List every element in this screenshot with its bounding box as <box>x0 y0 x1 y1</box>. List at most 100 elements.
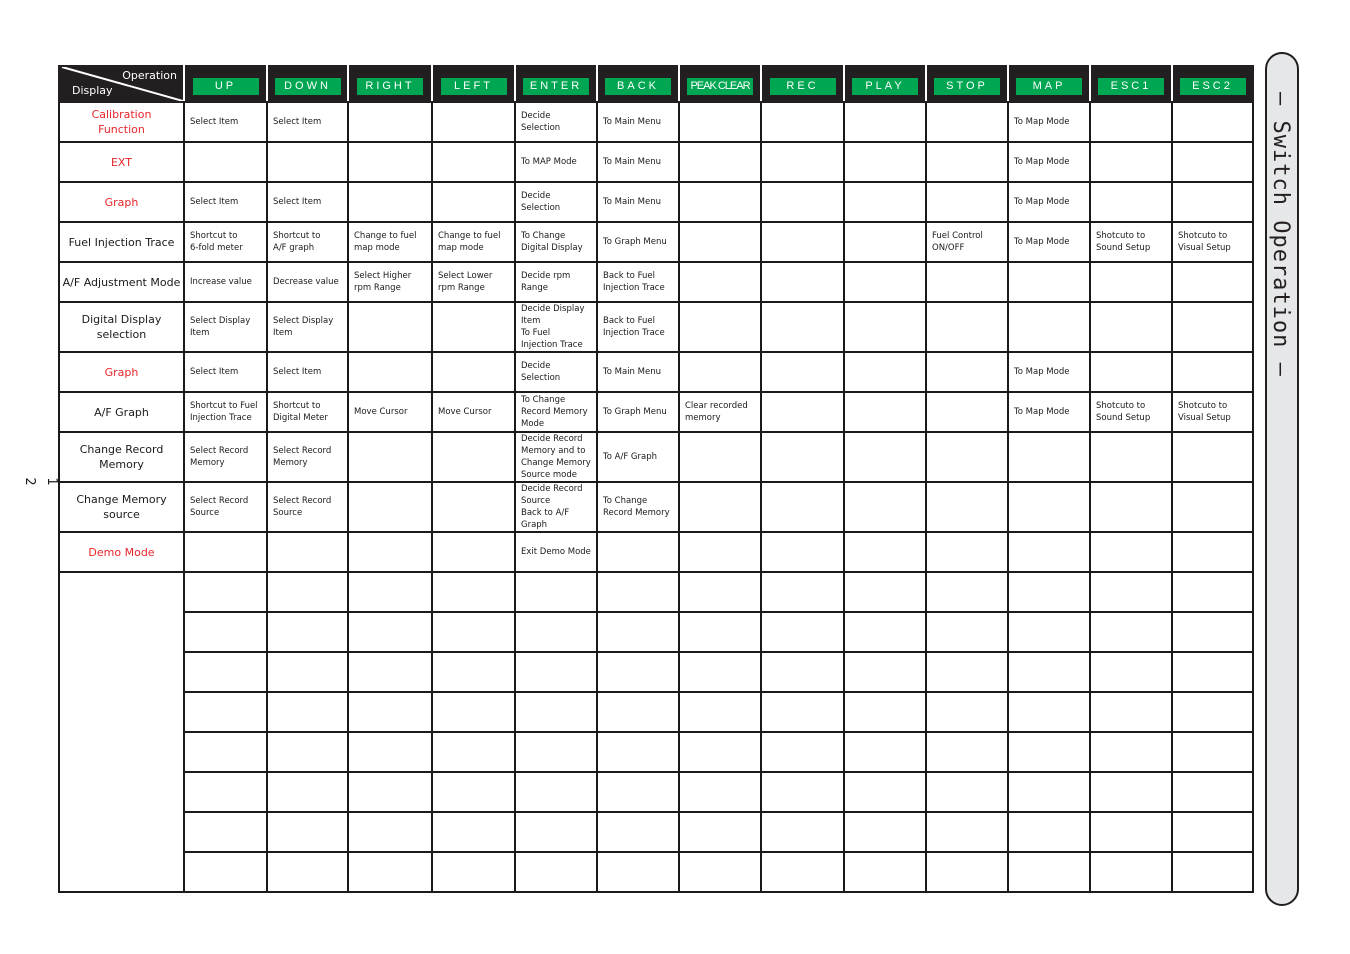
empty-cell <box>1171 571 1254 613</box>
key-rec: REC <box>769 77 836 95</box>
section-label: EXT <box>58 141 185 183</box>
corner-header: Operation Display <box>58 65 185 103</box>
operation-cell <box>678 221 762 263</box>
section-label: Graph <box>58 181 185 223</box>
operation-cell <box>1171 351 1254 393</box>
operation-cell: Change to fuel map mode <box>431 221 516 263</box>
display-label: Fuel Injection Trace <box>58 222 185 263</box>
empty-cell <box>514 651 598 693</box>
empty-cell <box>347 611 433 653</box>
key-column: LEFT <box>431 65 516 103</box>
operation-cell <box>760 261 845 303</box>
operation-cell <box>843 221 927 263</box>
operation-cell <box>1171 261 1254 303</box>
operation-cell <box>678 351 762 393</box>
empty-cell <box>266 731 349 773</box>
empty-cell <box>1007 611 1091 653</box>
empty-table-row <box>59 731 1254 773</box>
empty-cell <box>1007 691 1091 733</box>
empty-cell <box>266 691 349 733</box>
empty-cell <box>431 771 516 813</box>
empty-cell <box>431 611 516 653</box>
empty-cell <box>1007 571 1091 613</box>
empty-cell <box>514 811 598 853</box>
key-play: PLAY <box>852 77 918 95</box>
key-back: BACK <box>605 77 671 95</box>
operation-cell <box>431 431 516 483</box>
empty-cell <box>1089 691 1173 733</box>
operation-cell <box>925 181 1009 223</box>
operation-cell <box>347 531 433 573</box>
empty-cell <box>760 691 845 733</box>
operation-cell: Shortcut to 6-fold meter <box>183 221 268 263</box>
operation-cell <box>431 101 516 143</box>
empty-cell <box>925 731 1009 773</box>
key-column: UP <box>183 65 268 103</box>
operation-cell <box>347 351 433 393</box>
operation-cell: Select Display Item <box>183 301 268 353</box>
operation-cell: Shotcuto to Visual Setup <box>1171 221 1254 263</box>
operation-cell <box>678 431 762 483</box>
operation-cell <box>347 141 433 183</box>
empty-cell <box>843 811 927 853</box>
operation-cell <box>1089 261 1173 303</box>
operation-cell <box>925 531 1009 573</box>
empty-cell <box>925 571 1009 613</box>
operation-cell <box>925 351 1009 393</box>
empty-cell <box>183 691 268 733</box>
empty-cell <box>596 771 680 813</box>
operation-cell: Decide Selection <box>514 101 598 143</box>
operation-cell <box>347 481 433 533</box>
operation-cell <box>1171 301 1254 353</box>
empty-cell <box>347 691 433 733</box>
display-label: Display <box>72 84 113 97</box>
empty-cell <box>347 851 433 893</box>
operation-cell: Decrease value <box>266 261 349 303</box>
operation-cell <box>347 301 433 353</box>
operation-cell: Decide rpm Range <box>514 261 598 303</box>
table-row: Change Memory source Select Record Source… <box>58 481 1254 533</box>
empty-cell <box>431 851 516 893</box>
empty-cell <box>1007 771 1091 813</box>
operation-cell <box>843 101 927 143</box>
operation-cell: Select Item <box>183 351 268 393</box>
empty-cell <box>1007 851 1091 893</box>
operation-cell <box>183 141 268 183</box>
operation-cell <box>925 301 1009 353</box>
operation-cell: Clear recorded memory <box>678 391 762 433</box>
operation-cell: Shortcut to A/F graph <box>266 221 349 263</box>
operation-cell: Shotcuto to Sound Setup <box>1089 221 1173 263</box>
key-right: RIGHT <box>357 77 423 95</box>
empty-cell <box>760 611 845 653</box>
operation-cell <box>266 531 349 573</box>
operation-cell: Select Item <box>266 181 349 223</box>
operation-cell: Fuel Control ON/OFF <box>925 221 1009 263</box>
empty-cell <box>431 651 516 693</box>
operation-cell: To Map Mode <box>1007 181 1091 223</box>
operation-cell: Shortcut to Digital Meter <box>266 391 349 433</box>
empty-cell <box>514 731 598 773</box>
display-label: A/F Graph <box>58 392 185 433</box>
operation-cell <box>1089 101 1173 143</box>
operation-cell <box>1171 181 1254 223</box>
empty-cell <box>1089 811 1173 853</box>
empty-cell <box>843 731 927 773</box>
operation-cell <box>1171 431 1254 483</box>
operation-label: Operation <box>122 69 177 82</box>
empty-cell <box>1171 811 1254 853</box>
operation-cell: To Change Record Memory Mode <box>514 391 598 433</box>
operation-cell: Select Higher rpm Range <box>347 261 433 303</box>
operation-cell: To A/F Graph <box>596 431 680 483</box>
operation-cell <box>1171 141 1254 183</box>
empty-cell <box>183 811 268 853</box>
empty-cell <box>925 811 1009 853</box>
key-stop: STOP <box>934 77 1000 95</box>
empty-cell <box>596 651 680 693</box>
operation-cell <box>1089 531 1173 573</box>
empty-cell <box>678 851 762 893</box>
operation-cell <box>760 141 845 183</box>
operation-cell <box>843 391 927 433</box>
empty-table-row <box>59 851 1254 893</box>
operation-cell <box>843 141 927 183</box>
operation-cell <box>1007 261 1091 303</box>
